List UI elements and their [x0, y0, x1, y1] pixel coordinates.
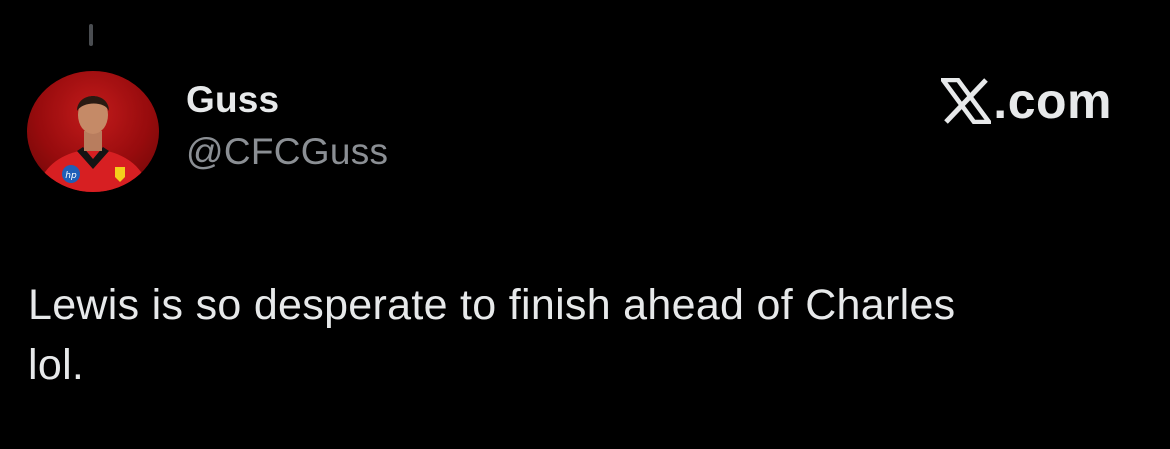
svg-text:hp: hp — [65, 171, 77, 181]
tweet-author: Guss @CFCGuss — [186, 78, 388, 174]
avatar[interactable]: hp — [27, 71, 159, 192]
author-display-name[interactable]: Guss — [186, 78, 388, 122]
brand-domain-label: .com — [993, 73, 1112, 129]
author-handle[interactable]: @CFCGuss — [186, 130, 388, 174]
thread-connector-line — [89, 24, 93, 46]
x-logo-icon — [941, 78, 992, 124]
avatar-photo-icon: hp — [27, 71, 159, 192]
tweet-text: Lewis is so desperate to finish ahead of… — [28, 281, 956, 389]
x-com-brand[interactable]: .com — [941, 72, 1112, 130]
